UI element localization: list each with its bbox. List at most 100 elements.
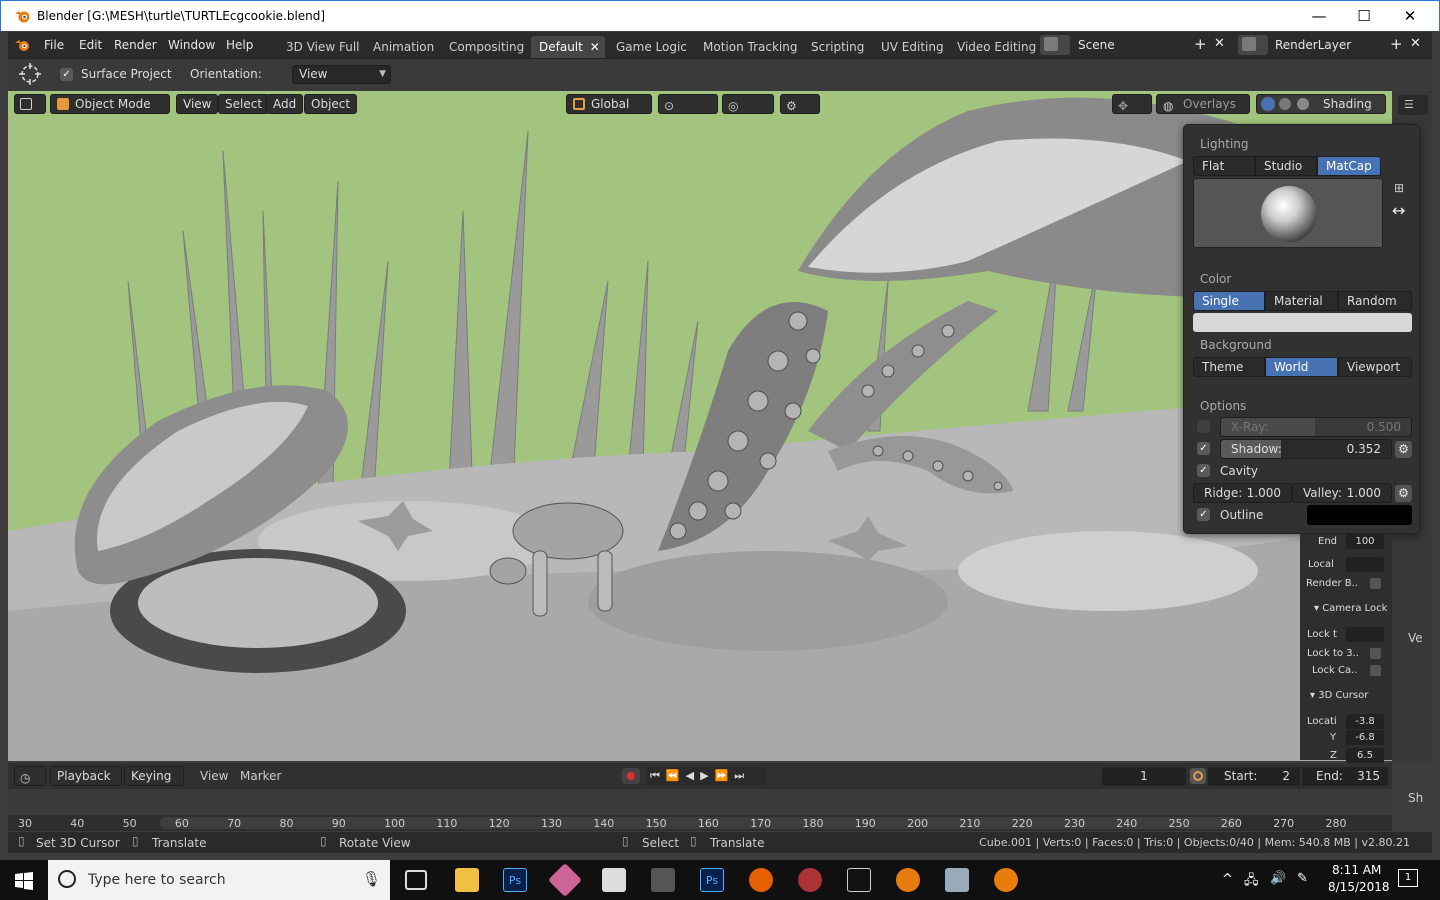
menu-window[interactable]: Window bbox=[168, 38, 215, 52]
play-icon[interactable]: ▶ bbox=[700, 769, 714, 782]
matcap-settings-icon[interactable]: ⊞ bbox=[1394, 181, 1404, 195]
surface-project-checkbox[interactable]: ✓ bbox=[60, 68, 73, 81]
volume-icon[interactable]: 🔊 bbox=[1270, 871, 1286, 886]
photoshop-2-icon[interactable]: Ps bbox=[700, 868, 724, 892]
photoshop-icon[interactable]: Ps bbox=[503, 868, 527, 892]
snap-toggle[interactable]: ⊙ bbox=[658, 94, 718, 114]
clock-time[interactable]: 8:11 AM bbox=[1332, 863, 1381, 877]
cursor-z-field[interactable]: 6.5 bbox=[1346, 748, 1384, 763]
preview-range-toggle[interactable] bbox=[1190, 768, 1206, 784]
keying-dropdown[interactable]: Keying bbox=[124, 766, 184, 786]
notifications-icon[interactable]: 1 bbox=[1398, 869, 1418, 887]
color-random-button[interactable]: Random bbox=[1338, 291, 1412, 311]
minimize-button[interactable]: — bbox=[1296, 1, 1342, 31]
tab-uv-editing[interactable]: UV Editing bbox=[873, 36, 952, 58]
menu-file[interactable]: File bbox=[44, 38, 64, 52]
clock-date[interactable]: 8/15/2018 bbox=[1328, 880, 1390, 894]
outline-color-swatch[interactable] bbox=[1307, 505, 1412, 525]
jump-start-icon[interactable]: ⏮ bbox=[650, 769, 666, 782]
scene-name[interactable]: Scene bbox=[1078, 38, 1115, 52]
add-render-layer-icon[interactable]: + bbox=[1390, 35, 1403, 53]
shadow-settings-icon[interactable]: ⚙ bbox=[1395, 441, 1412, 458]
proportional-edit-toggle[interactable]: ◎ bbox=[722, 94, 774, 114]
background-theme-button[interactable]: Theme bbox=[1193, 357, 1265, 377]
background-viewport-button[interactable]: Viewport bbox=[1338, 357, 1412, 377]
orientation-dropdown[interactable]: View ▼ bbox=[292, 65, 391, 84]
render-layer-selector[interactable] bbox=[1238, 35, 1268, 55]
gizmo-toggle[interactable]: ⚙ bbox=[780, 94, 820, 114]
tab-default[interactable]: Default ✕ bbox=[531, 36, 605, 58]
cursor-tool-icon[interactable] bbox=[18, 62, 42, 86]
delete-scene-icon[interactable]: ✕ bbox=[1214, 36, 1225, 51]
menu-render[interactable]: Render bbox=[114, 38, 157, 52]
lighting-flat-button[interactable]: Flat bbox=[1193, 156, 1255, 176]
flip-matcap-icon[interactable]: ↔ bbox=[1392, 201, 1405, 220]
view-menu[interactable]: View bbox=[176, 94, 219, 114]
lock-to-3d-checkbox[interactable] bbox=[1370, 648, 1381, 659]
lighting-matcap-button[interactable]: MatCap bbox=[1317, 156, 1381, 176]
render-layer-name[interactable]: RenderLayer bbox=[1275, 38, 1351, 52]
delete-render-layer-icon[interactable]: ✕ bbox=[1410, 36, 1421, 51]
navigate-toggle[interactable]: ✥ bbox=[1112, 94, 1152, 114]
xray-checkbox[interactable] bbox=[1197, 420, 1210, 433]
cavity-settings-icon[interactable]: ⚙ bbox=[1395, 485, 1412, 502]
calculator-icon[interactable] bbox=[602, 868, 626, 892]
playback-controls[interactable]: ⏮⏪◀▶⏩⏭ bbox=[646, 767, 766, 785]
scene-selector[interactable] bbox=[1040, 35, 1070, 55]
rendered-shading-icon[interactable] bbox=[1297, 98, 1309, 110]
shadow-slider[interactable]: Shadow: 0.352 bbox=[1220, 439, 1392, 459]
blender-menu-icon[interactable] bbox=[15, 38, 31, 52]
menu-edit[interactable]: Edit bbox=[79, 38, 102, 52]
playback-dropdown[interactable]: Playback bbox=[50, 766, 122, 786]
lock-camera-checkbox[interactable] bbox=[1370, 665, 1381, 676]
close-tab-icon[interactable]: ✕ bbox=[590, 36, 600, 58]
color-single-button[interactable]: Single bbox=[1193, 291, 1265, 311]
object-mode-dropdown[interactable]: Object Mode bbox=[50, 94, 170, 114]
file-explorer-icon[interactable] bbox=[455, 868, 479, 892]
add-menu[interactable]: Add bbox=[266, 94, 304, 114]
local-camera-field[interactable] bbox=[1346, 557, 1384, 572]
blender-taskbar-2-icon[interactable] bbox=[994, 868, 1018, 892]
timeline-view-menu[interactable]: View bbox=[200, 769, 228, 783]
maximize-button[interactable]: ☐ bbox=[1341, 1, 1387, 31]
record-button[interactable] bbox=[622, 768, 640, 784]
editor-type-button[interactable] bbox=[14, 94, 46, 114]
microphone-icon[interactable]: 🎙 bbox=[362, 870, 381, 888]
select-menu[interactable]: Select bbox=[218, 94, 270, 114]
object-menu[interactable]: Object bbox=[304, 94, 358, 114]
network-icon[interactable]: 🖧 bbox=[1244, 871, 1259, 893]
outline-checkbox[interactable]: ✓ bbox=[1197, 508, 1210, 521]
tab-3d-view-full[interactable]: 3D View Full bbox=[278, 36, 368, 58]
tab-video-editing[interactable]: Video Editing bbox=[949, 36, 1045, 58]
firefox-icon[interactable] bbox=[749, 868, 773, 892]
color-material-button[interactable]: Material bbox=[1265, 291, 1338, 311]
next-keyframe-icon[interactable]: ⏩ bbox=[715, 769, 735, 782]
end-frame-field[interactable]: End: 315 bbox=[1302, 767, 1388, 786]
taskbar-search[interactable]: Type here to search 🎙 bbox=[48, 860, 390, 900]
current-frame-field[interactable]: 1 bbox=[1102, 767, 1186, 786]
task-view-icon[interactable] bbox=[405, 870, 427, 890]
ridge-field[interactable]: Ridge: 1.000 bbox=[1193, 483, 1292, 503]
lock-to-object-field[interactable] bbox=[1346, 627, 1384, 642]
material-shading-icon[interactable] bbox=[1279, 98, 1291, 110]
shadow-checkbox[interactable]: ✓ bbox=[1197, 442, 1210, 455]
end-field[interactable]: 100 bbox=[1346, 534, 1384, 549]
valley-field[interactable]: Valley: 1.000 bbox=[1292, 483, 1392, 503]
windows-start-icon[interactable] bbox=[15, 872, 33, 890]
start-frame-field[interactable]: Start: 2 bbox=[1208, 767, 1300, 786]
matcap-preview[interactable] bbox=[1193, 178, 1383, 248]
cursor-y-field[interactable]: -6.8 bbox=[1346, 730, 1384, 745]
transform-orientation-dropdown[interactable]: Global bbox=[566, 94, 652, 114]
timeline-editor-type[interactable]: ◷ bbox=[14, 766, 46, 786]
tab-scripting[interactable]: Scripting bbox=[803, 36, 873, 58]
jump-end-icon[interactable]: ⏭ bbox=[734, 769, 750, 782]
tab-game-logic[interactable]: Game Logic bbox=[608, 36, 695, 58]
render-border-checkbox[interactable] bbox=[1370, 578, 1381, 589]
close-window-button[interactable]: ✕ bbox=[1387, 1, 1433, 31]
shading-dropdown[interactable]: Shading bbox=[1256, 94, 1386, 114]
tab-motion-tracking[interactable]: Motion Tracking bbox=[695, 36, 806, 58]
overlays-dropdown[interactable]: ◍ Overlays bbox=[1156, 94, 1250, 114]
background-world-button[interactable]: World bbox=[1265, 357, 1338, 377]
tab-animation[interactable]: Animation bbox=[365, 36, 443, 58]
menu-help[interactable]: Help bbox=[226, 38, 253, 52]
